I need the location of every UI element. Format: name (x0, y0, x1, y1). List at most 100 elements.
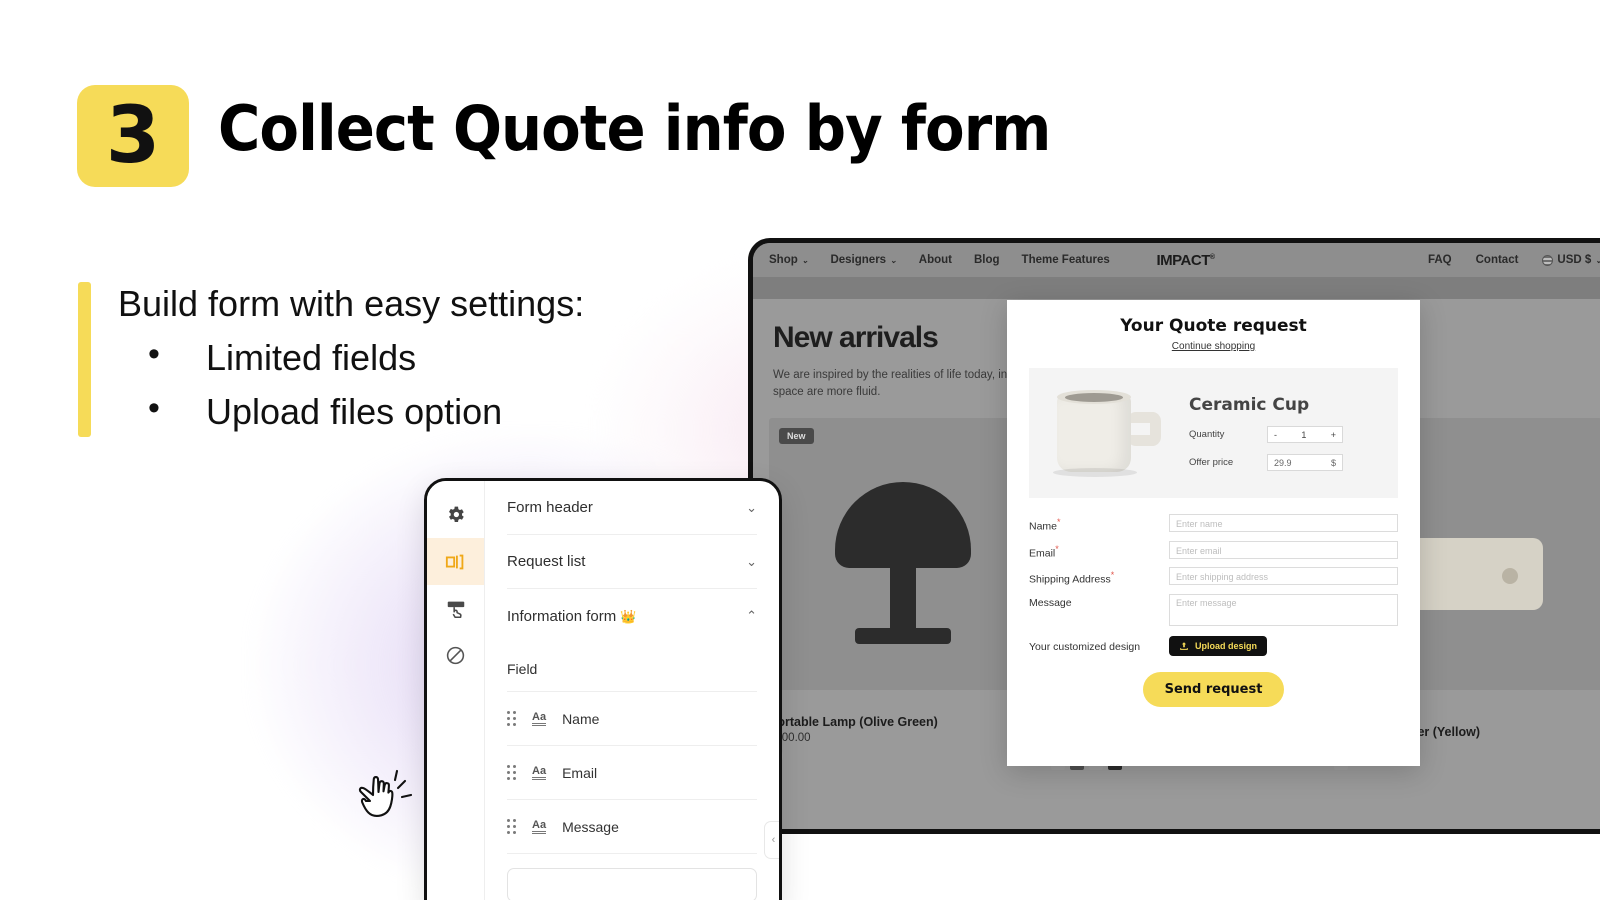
list-item[interactable]: Aa Message (507, 800, 757, 854)
field-label: Shipping Address* (1029, 570, 1115, 586)
crown-icon: 👑 (620, 608, 637, 624)
shipping-address-input[interactable]: Enter shipping address (1169, 567, 1398, 585)
chevron-down-icon: ⌄ (746, 553, 757, 569)
field-name: Message (562, 818, 619, 835)
sidebar-item-disable[interactable] (427, 632, 484, 679)
panel-icon-rail (427, 481, 485, 900)
required-marker: * (1057, 517, 1061, 527)
drag-handle-icon[interactable] (507, 711, 516, 726)
status-badge: New (779, 427, 814, 444)
text-field-icon: Aa (532, 765, 547, 781)
required-marker: * (1055, 543, 1059, 554)
form-row-shipping-address: Shipping Address* Enter shipping address (1029, 567, 1398, 586)
upload-label: Your customized design (1029, 641, 1141, 653)
quantity-label: Quantity (1189, 429, 1225, 440)
add-field-input[interactable] (507, 868, 757, 900)
color-swatches[interactable] (769, 751, 1037, 760)
page-title: Collect Quote info by form (218, 92, 1051, 165)
drag-handle-icon[interactable] (507, 765, 516, 780)
panel-collapse-button[interactable]: ‹ (764, 821, 779, 859)
nav-item-theme-features[interactable]: Theme Features (1022, 254, 1110, 266)
quote-request-modal: Your Quote request Continue shopping Cer… (1007, 300, 1420, 766)
form-row-message: Message Enter message (1029, 593, 1398, 626)
click-cursor-icon (358, 769, 413, 817)
product-image: New 4.3 ★ (769, 417, 1038, 690)
nav-item-about[interactable]: About (919, 254, 952, 266)
currency-selector[interactable]: USD $ ⌄ (1542, 254, 1600, 266)
message-input[interactable]: Enter message (1169, 593, 1398, 626)
nav-item-faq[interactable]: FAQ (1428, 254, 1452, 266)
nav-primary: Shop ⌄ Designers ⌄ About Blog Theme Featur… (769, 254, 1110, 266)
accordion-information-form[interactable]: Information form 👑 ⌃ (507, 589, 757, 643)
product-card[interactable]: New 4.3 ★ Portable Lamp (Olive Green) $1… (769, 417, 1038, 770)
block-icon (446, 646, 465, 665)
quantity-stepper[interactable]: - 1 + (1267, 426, 1343, 443)
form-settings-panel: Form header ⌄ Request list ⌄ Information… (424, 478, 782, 900)
text-field-icon: Aa (532, 711, 547, 727)
chevron-down-icon: ⌄ (801, 255, 809, 265)
nav-item-blog[interactable]: Blog (974, 254, 1000, 266)
quantity-decrement[interactable]: - (1274, 430, 1277, 440)
sidebar-item-settings[interactable] (427, 491, 484, 538)
chevron-up-icon: ⌃ (746, 608, 757, 623)
product-thumbnail (1029, 368, 1189, 498)
required-marker: * (1110, 570, 1115, 580)
list-item[interactable]: Aa Email (507, 746, 757, 800)
offer-price-input[interactable]: 29.9 $ (1267, 454, 1343, 471)
field-name: Name (562, 710, 600, 727)
accordion-label: Request list (507, 553, 586, 570)
slide-canvas: 3 Collect Quote info by form Build form … (0, 0, 1600, 900)
form-row-email: Email* Enter email (1029, 540, 1398, 560)
panel-content: Form header ⌄ Request list ⌄ Information… (485, 481, 779, 900)
field-label: Email* (1029, 543, 1059, 560)
accordion-request-list[interactable]: Request list ⌄ (507, 535, 757, 589)
form-row-name: Name* Enter name (1029, 514, 1398, 533)
list-item: Upload files option (148, 389, 502, 433)
product-summary: Ceramic Cup Quantity - 1 + Offer price 2… (1029, 368, 1398, 498)
list-item: Limited fields (148, 335, 502, 379)
accordion-label: Form header (507, 499, 593, 516)
offer-price-row: Offer price 29.9 $ (1189, 454, 1384, 471)
nav-item-designers[interactable]: Designers ⌄ (830, 254, 896, 266)
field-column-header: Field (507, 643, 757, 692)
nav-item-shop[interactable]: Shop ⌄ (769, 254, 808, 266)
chevron-down-icon: ⌄ (746, 499, 757, 515)
globe-icon (1542, 254, 1554, 266)
nav-item-contact[interactable]: Contact (1476, 254, 1519, 266)
quantity-increment[interactable]: + (1331, 430, 1336, 440)
email-input[interactable]: Enter email (1169, 540, 1398, 559)
upload-design-button[interactable]: Upload design (1169, 635, 1268, 656)
accordion-form-header[interactable]: Form header ⌄ (507, 481, 757, 535)
text-field-icon: Aa (532, 819, 547, 835)
chevron-down-icon: ⌄ (1595, 256, 1600, 265)
nav-secondary: FAQ Contact USD $ ⌄ (1428, 254, 1600, 266)
accordion-label: Information form 👑 (507, 607, 637, 625)
modal-product-name: Ceramic Cup (1189, 395, 1310, 415)
lead-text: Build form with easy settings: (118, 283, 585, 324)
offer-price-label: Offer price (1189, 457, 1234, 468)
offer-price-value: 29.9 (1274, 457, 1292, 468)
currency-suffix: $ (1330, 457, 1336, 468)
product-name: Portable Lamp (Olive Green) (769, 714, 938, 729)
store-navbar: Shop ⌄ Designers ⌄ About Blog Theme Featur… (753, 243, 1600, 277)
store-announcement-stripe (753, 277, 1600, 299)
sidebar-item-form-builder[interactable] (427, 538, 484, 585)
list-item[interactable]: Aa Name (507, 692, 757, 746)
quote-form: Name* Enter name Email* Enter email Ship… (1007, 498, 1420, 707)
field-label: Name* (1029, 517, 1061, 533)
field-label: Message (1029, 596, 1072, 609)
chevron-down-icon: ⌄ (890, 255, 897, 265)
continue-shopping-link[interactable]: Continue shopping (1007, 341, 1420, 352)
product-price: $100.00 (769, 731, 811, 744)
upload-icon (1180, 641, 1188, 650)
quantity-row: Quantity - 1 + (1189, 426, 1384, 443)
send-request-button[interactable]: Send request (1142, 671, 1285, 707)
gear-icon (449, 506, 464, 523)
drag-handle-icon[interactable] (507, 819, 516, 834)
button-click-icon (447, 601, 464, 618)
bullet-list: Limited fields Upload files option (148, 335, 502, 445)
sidebar-item-button[interactable] (427, 585, 484, 632)
form-row-upload: Your customized design Upload design (1029, 635, 1398, 656)
name-input[interactable]: Enter name (1169, 514, 1398, 532)
step-number-badge: 3 (77, 85, 189, 187)
